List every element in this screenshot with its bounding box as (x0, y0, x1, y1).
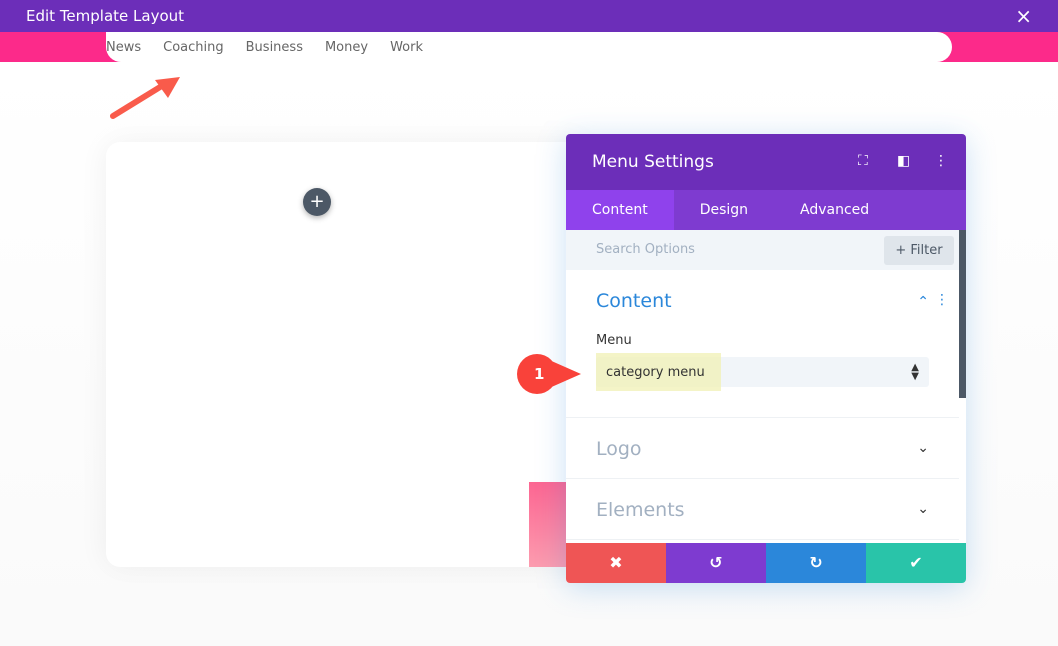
select-arrows-icon: ▲ ▼ (911, 362, 919, 382)
layout-card (106, 142, 586, 567)
chevron-up-icon[interactable]: ⌃ (917, 294, 929, 310)
sidebar-toggle-icon[interactable]: ◧ (897, 153, 910, 169)
title-bar: Edit Template Layout × (0, 0, 1058, 32)
add-module-button[interactable]: + (303, 188, 331, 216)
redo-button[interactable]: ↻ (766, 543, 866, 583)
step-badge: 1 (517, 354, 581, 394)
nav-item-coaching[interactable]: Coaching (163, 40, 224, 55)
panel-footer: ✖ ↺ ↻ ✔ (566, 543, 966, 583)
elements-section[interactable]: Elements ⌄ (566, 479, 959, 540)
section-title-logo: Logo (596, 438, 642, 460)
panel-header: Menu Settings ⛶ ◧ ⋮ (566, 134, 966, 190)
fullscreen-icon[interactable]: ⛶ (858, 153, 868, 169)
section-title-content[interactable]: Content (596, 290, 672, 312)
nav-item-money[interactable]: Money (325, 40, 368, 55)
pink-block (529, 482, 569, 567)
undo-icon: ↺ (709, 553, 723, 572)
menu-select[interactable]: category menu ▲ ▼ (596, 353, 929, 391)
category-menu: News Coaching Business Money Work (106, 32, 952, 62)
nav-item-work[interactable]: Work (390, 40, 423, 55)
undo-button[interactable]: ↺ (666, 543, 766, 583)
close-icon[interactable]: × (1015, 4, 1032, 28)
step-marker-icon (517, 354, 581, 394)
search-bar: Search Options + Filter (566, 230, 966, 270)
filter-button[interactable]: + Filter (884, 236, 954, 265)
chevron-down-icon[interactable]: ⌄ (917, 440, 929, 456)
panel-tabs: Content Design Advanced (566, 190, 966, 230)
tab-design[interactable]: Design (674, 190, 774, 230)
step-number: 1 (534, 365, 545, 383)
menu-select-value: category menu (606, 365, 705, 380)
redo-icon: ↻ (809, 553, 823, 572)
chevron-down-icon[interactable]: ⌄ (917, 501, 929, 517)
check-icon: ✔ (909, 553, 923, 572)
tab-content[interactable]: Content (566, 190, 674, 230)
close-icon: ✖ (609, 553, 623, 572)
section-more-icon[interactable]: ⋮ (935, 292, 949, 308)
discard-button[interactable]: ✖ (566, 543, 666, 583)
section-title-elements: Elements (596, 499, 685, 521)
annotation-arrow-icon (110, 77, 180, 119)
tab-advanced[interactable]: Advanced (774, 190, 895, 230)
window-title: Edit Template Layout (26, 7, 185, 25)
menu-settings-panel: Menu Settings ⛶ ◧ ⋮ Content Design Advan… (566, 134, 966, 583)
search-input[interactable]: Search Options (596, 242, 695, 257)
save-button[interactable]: ✔ (866, 543, 966, 583)
scrollbar[interactable] (959, 230, 966, 398)
more-options-icon[interactable]: ⋮ (934, 153, 948, 169)
menu-field-label: Menu (596, 333, 632, 348)
panel-title: Menu Settings (592, 152, 714, 172)
nav-item-business[interactable]: Business (246, 40, 303, 55)
logo-section[interactable]: Logo ⌄ (566, 418, 959, 479)
nav-item-news[interactable]: News (106, 40, 141, 55)
content-section: Content ⌃ ⋮ Menu category menu ▲ ▼ (566, 270, 959, 418)
